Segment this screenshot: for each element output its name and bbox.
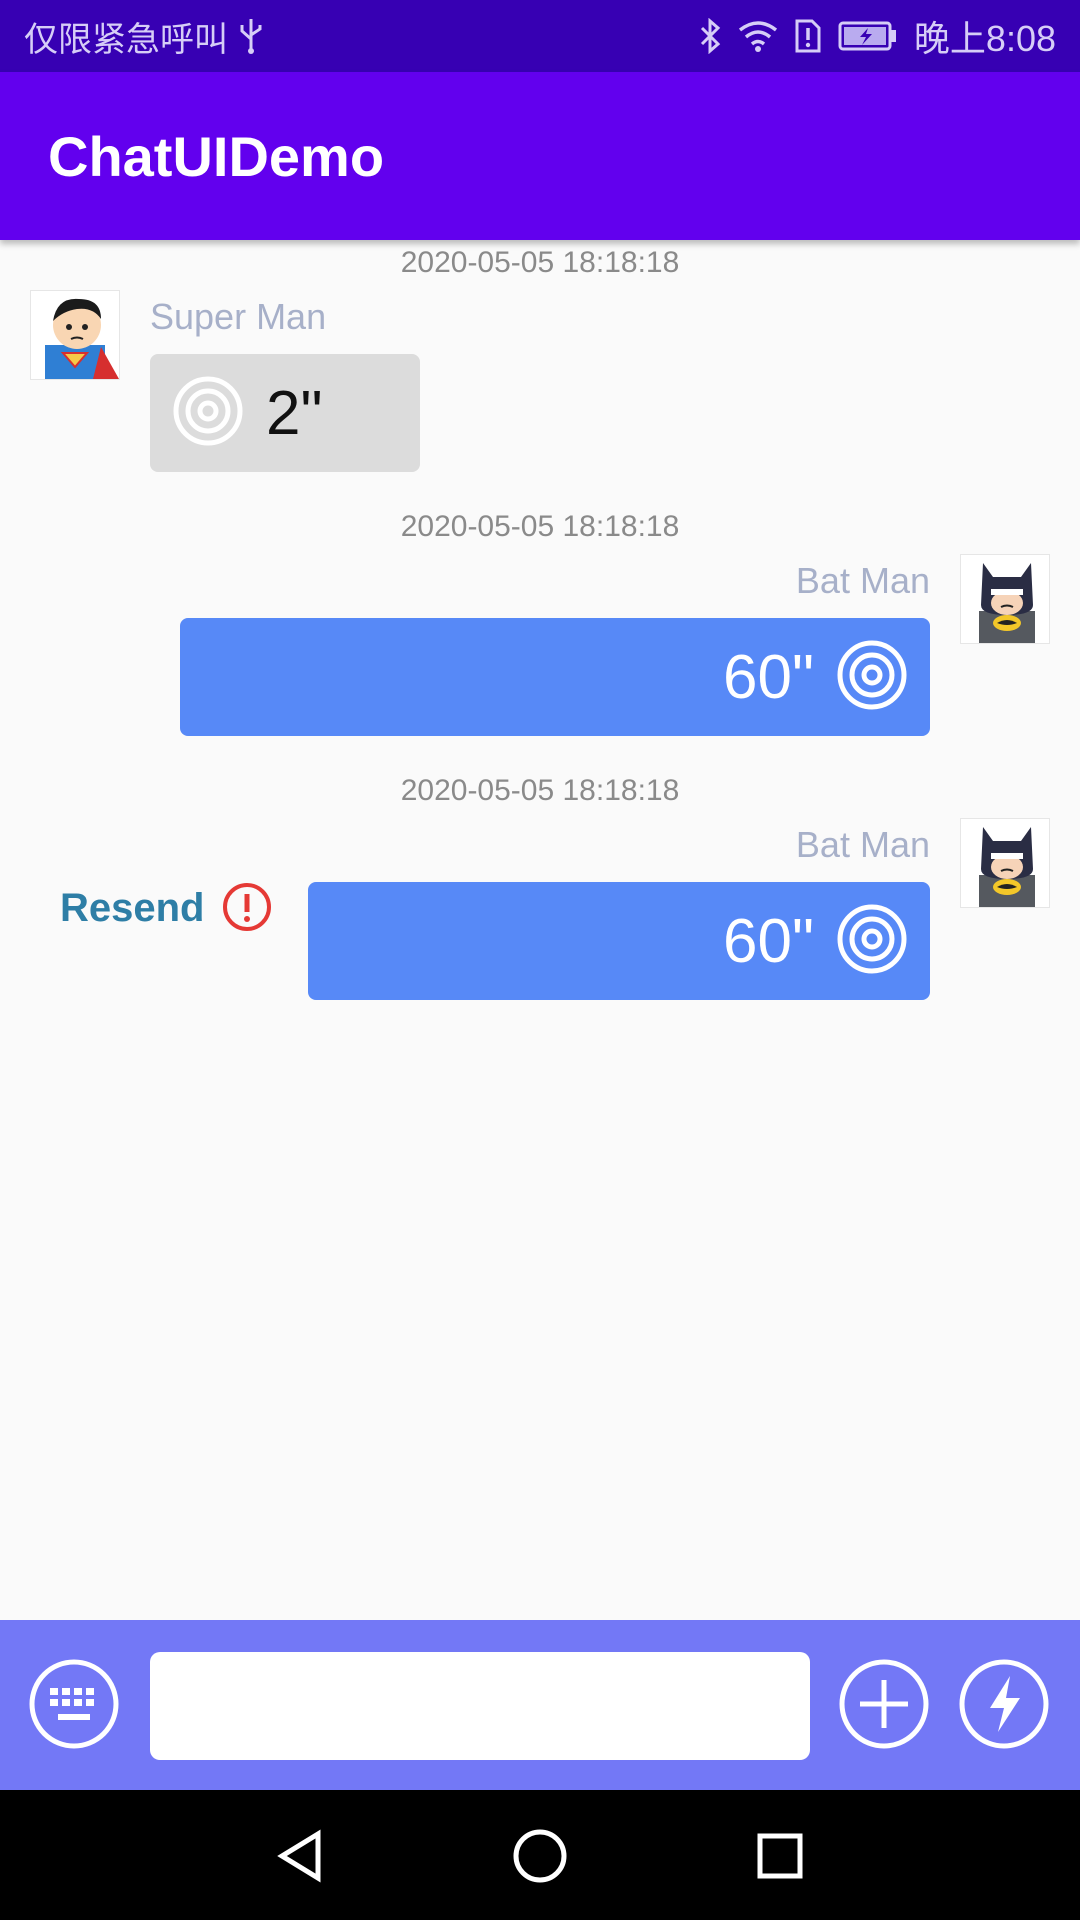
message-timestamp: 2020-05-05 18:18:18: [400, 510, 680, 543]
voice-duration: 2": [266, 378, 323, 448]
app-title: ChatUIDemo: [48, 124, 385, 188]
keyboard-toggle-button[interactable]: [28, 1658, 120, 1750]
voice-wave-icon: [172, 375, 244, 452]
lightning-icon: [959, 1659, 1049, 1749]
quick-action-button[interactable]: [958, 1658, 1050, 1750]
keyboard-icon: [29, 1659, 119, 1749]
error-icon[interactable]: [222, 882, 272, 937]
voice-duration: 60": [723, 906, 814, 976]
clock: 晚上8:08: [913, 18, 1056, 59]
back-triangle-icon: [277, 1829, 321, 1883]
wifi-icon: [738, 20, 778, 52]
voice-message-bubble[interactable]: 60": [308, 882, 930, 1000]
sender-name: Bat Man: [795, 824, 930, 865]
message-list[interactable]: 2020-05-05 18:18:18 Super Man 2" 2020-05…: [0, 240, 1080, 1620]
batman-avatar[interactable]: [960, 554, 1050, 644]
sim-alert-icon: [794, 18, 822, 54]
voice-wave-icon: [836, 639, 908, 716]
usb-icon: [238, 17, 264, 55]
add-icon: [839, 1659, 929, 1749]
batman-avatar[interactable]: [960, 818, 1050, 908]
back-button[interactable]: [270, 1826, 330, 1886]
status-bar: 仅限紧急呼叫 晚上8:08: [0, 0, 1080, 72]
status-right: 晚上8:08: [698, 10, 1056, 62]
superman-avatar[interactable]: [30, 290, 120, 380]
voice-message-bubble[interactable]: 60": [180, 618, 930, 736]
status-left: 仅限紧急呼叫: [24, 12, 264, 61]
app-bar: ChatUIDemo: [0, 72, 1080, 240]
voice-wave-icon: [836, 903, 908, 980]
recents-square-icon: [757, 1833, 803, 1879]
home-button[interactable]: [510, 1826, 570, 1886]
voice-duration: 60": [723, 642, 814, 712]
sender-name: Super Man: [150, 296, 327, 337]
add-button[interactable]: [838, 1658, 930, 1750]
navigation-bar: [0, 1790, 1080, 1920]
voice-message-bubble[interactable]: 2": [150, 354, 420, 472]
sender-name: Bat Man: [795, 560, 930, 601]
message-timestamp: 2020-05-05 18:18:18: [400, 774, 680, 807]
carrier-text: 仅限紧急呼叫: [24, 20, 228, 59]
message-input[interactable]: [150, 1652, 810, 1760]
recents-button[interactable]: [750, 1826, 810, 1886]
bluetooth-icon: [698, 18, 722, 54]
home-circle-icon: [513, 1829, 567, 1883]
battery-charging-icon: [838, 21, 898, 51]
resend-button[interactable]: Resend: [60, 886, 205, 931]
message-timestamp: 2020-05-05 18:18:18: [400, 246, 680, 279]
input-bar: [0, 1620, 1080, 1790]
